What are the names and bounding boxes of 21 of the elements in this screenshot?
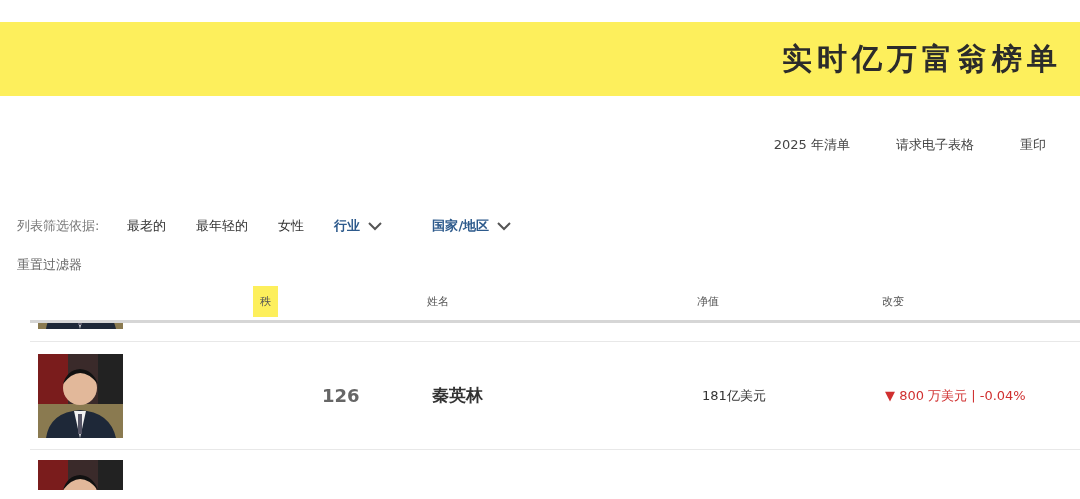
chevron-down-icon xyxy=(368,221,383,231)
page-title: 实时亿万富翁榜单 xyxy=(782,39,1062,78)
chevron-down-icon xyxy=(497,221,512,231)
column-header[interactable]: 净值 xyxy=(690,285,726,317)
filter-dropdown[interactable]: 行业 xyxy=(334,217,383,235)
change-value: ▼ 800 万美元 | -0.04% xyxy=(884,386,1027,405)
person-name: 秦英林 xyxy=(431,384,484,407)
rank: 126 xyxy=(321,385,361,406)
header-link[interactable]: 2025 年清单 xyxy=(773,136,850,158)
net-worth: 181亿美元 xyxy=(701,386,767,405)
header-link[interactable]: 请求电子表格 xyxy=(896,136,974,158)
column-header[interactable]: 姓名 xyxy=(420,285,456,317)
filter-option[interactable]: 女性 xyxy=(278,217,305,235)
filter-label: 列表筛选依据: xyxy=(17,217,100,235)
reset-filters-link[interactable]: 重置过滤器 xyxy=(0,238,1080,272)
column-header[interactable]: 秩 xyxy=(253,285,278,317)
header-link[interactable]: 重印 xyxy=(1020,136,1046,158)
filter-dropdown[interactable]: 国家/地区 xyxy=(432,217,512,235)
filter-option[interactable]: 最年轻的 xyxy=(196,217,249,235)
column-header[interactable]: 改变 xyxy=(875,285,911,317)
filter-option[interactable]: 最老的 xyxy=(127,217,167,235)
